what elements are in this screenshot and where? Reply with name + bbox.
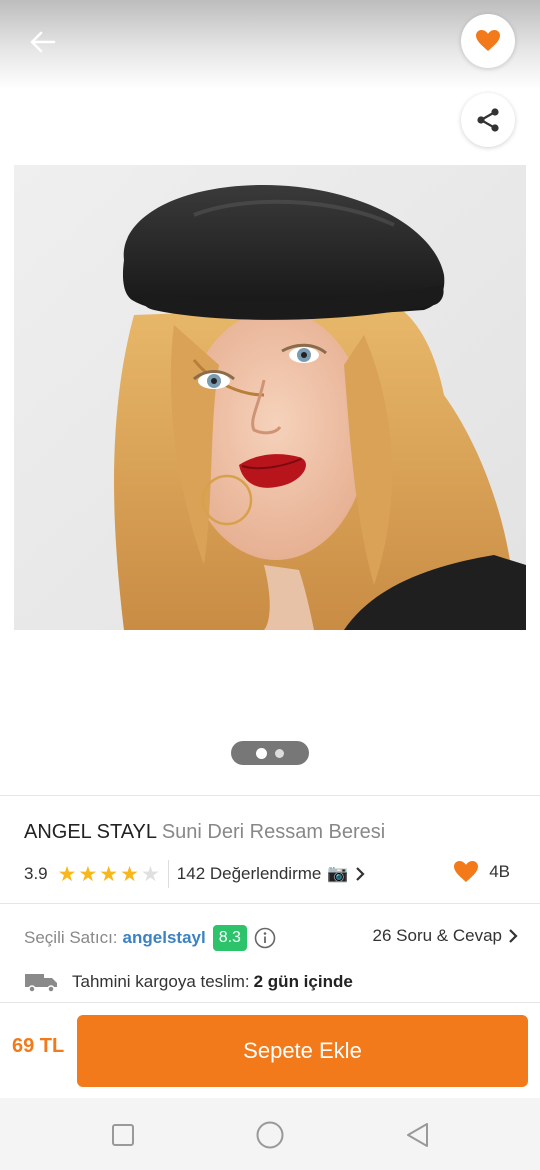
qa-label: 26 Soru & Cevap xyxy=(372,926,502,945)
back-button[interactable] xyxy=(22,24,62,60)
seller-row: Seçili Satıcı: angelstayl 8.3 26 Soru & … xyxy=(24,922,518,954)
star-empty-icon: ★ xyxy=(140,862,160,886)
recents-button[interactable] xyxy=(108,1120,138,1150)
triangle-back-icon xyxy=(407,1123,428,1147)
circle-icon xyxy=(256,1121,284,1149)
product-brand[interactable]: ANGEL STAYL xyxy=(24,821,156,843)
delivery-row: Tahmini kargoya teslim: 2 gün içinde xyxy=(24,967,353,997)
delivery-value: 2 gün içinde xyxy=(253,972,353,991)
rating-stars: ★ ★ ★ ★ ★ xyxy=(58,864,160,885)
arrow-left-icon xyxy=(30,31,56,53)
info-icon[interactable] xyxy=(254,927,276,949)
rating-value: 3.9 xyxy=(24,864,48,883)
image-pager[interactable] xyxy=(231,741,309,765)
seller-label: Seçili Satıcı: xyxy=(24,928,118,947)
price: 69 TL xyxy=(12,1035,65,1057)
divider xyxy=(0,903,540,904)
chevron-right-icon xyxy=(355,867,365,881)
system-nav-bar xyxy=(0,1098,540,1170)
rating-row: 3.9 ★ ★ ★ ★ ★ 142 Değerlendirme 📷 4B xyxy=(24,858,516,890)
favorite-count-value: 4B xyxy=(489,862,510,881)
product-name: Suni Deri Ressam Beresi xyxy=(161,821,386,843)
product-photo xyxy=(14,165,526,630)
truck-icon xyxy=(25,974,57,993)
bottom-bar: 69 TL Sepete Ekle xyxy=(0,1002,540,1098)
pager-dot xyxy=(275,748,284,758)
add-to-cart-button[interactable]: Sepete Ekle xyxy=(77,1015,528,1087)
camera-icon: 📷 xyxy=(327,864,349,883)
seller-score-badge: 8.3 xyxy=(212,925,247,951)
delivery-label: Tahmini kargoya teslim: xyxy=(72,972,250,991)
star-filled-icon: ★ xyxy=(120,862,139,886)
heart-icon xyxy=(476,30,500,51)
seller-name-link[interactable]: angelstayl xyxy=(123,928,206,948)
star-filled-icon: ★ xyxy=(57,862,77,886)
divider xyxy=(0,795,540,796)
square-icon xyxy=(112,1124,134,1146)
reviews-label: 142 Değerlendirme xyxy=(176,864,322,883)
reviews-link[interactable]: 142 Değerlendirme 📷 xyxy=(177,864,365,884)
pager-dot-active xyxy=(256,747,267,759)
share-icon xyxy=(477,108,499,132)
header-gradient xyxy=(0,0,540,90)
divider xyxy=(167,860,169,888)
heart-icon xyxy=(454,861,479,882)
favorite-count: 4B xyxy=(453,860,510,884)
home-button[interactable] xyxy=(255,1120,285,1150)
product-image[interactable] xyxy=(14,165,526,630)
qa-link[interactable]: 26 Soru & Cevap xyxy=(373,926,518,946)
share-button[interactable] xyxy=(461,93,515,147)
star-filled-icon: ★ xyxy=(99,862,119,886)
favorite-button[interactable] xyxy=(461,14,515,68)
system-back-button[interactable] xyxy=(402,1120,432,1150)
chevron-right-icon xyxy=(509,929,518,943)
product-title: ANGEL STAYL Suni Deri Ressam Beresi xyxy=(24,821,385,844)
star-filled-icon: ★ xyxy=(78,862,98,886)
